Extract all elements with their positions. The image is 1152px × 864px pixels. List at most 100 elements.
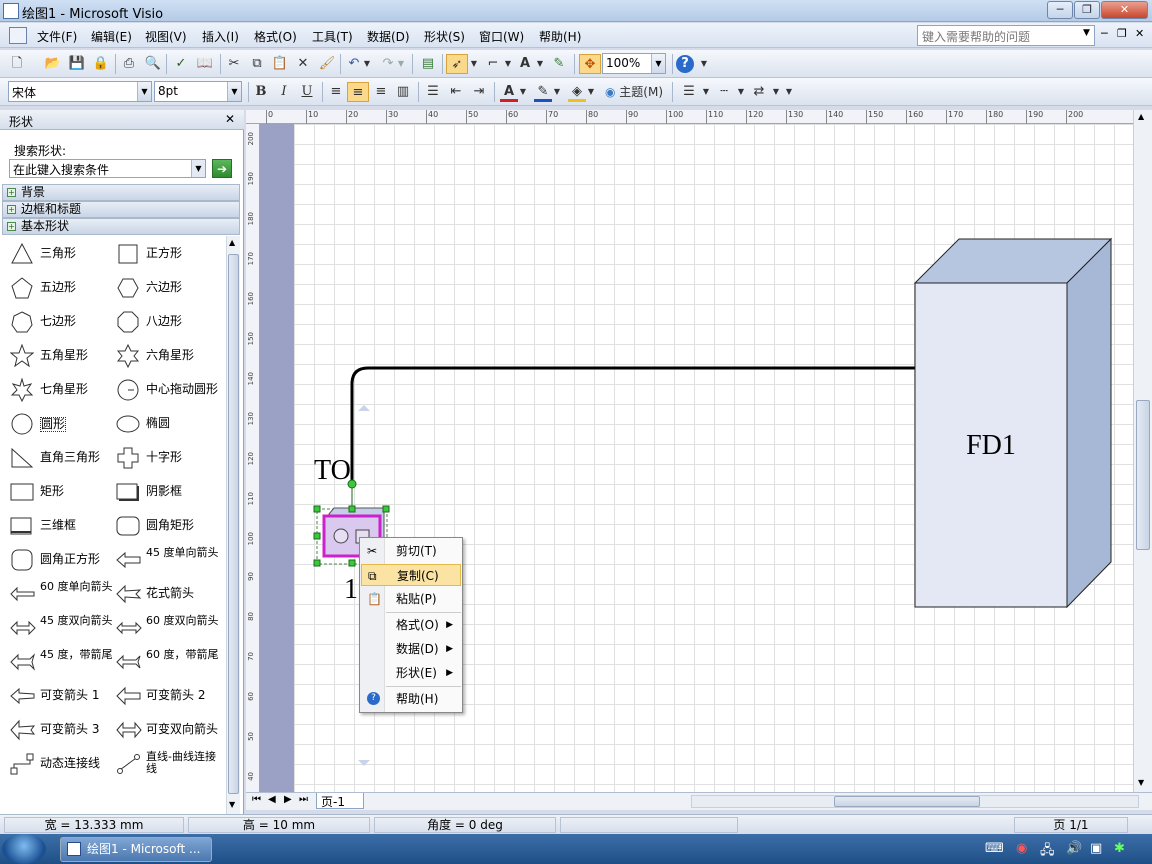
font-combo[interactable]: 宋体 ▼ bbox=[8, 81, 152, 102]
pan-zoom-icon[interactable]: ✥ bbox=[579, 54, 601, 74]
line-pattern-icon[interactable]: ┄ bbox=[713, 82, 735, 102]
decrease-indent-icon[interactable]: ⇤ bbox=[447, 82, 465, 102]
line-weight-icon[interactable]: ☰ bbox=[678, 82, 700, 102]
menu-insert[interactable]: 插入(I) bbox=[202, 28, 239, 45]
ctx-paste[interactable]: 📋 粘贴(P) bbox=[361, 588, 461, 610]
help-icon[interactable]: ? bbox=[676, 55, 694, 73]
bold-button[interactable]: B bbox=[252, 82, 270, 102]
shape-octagon[interactable]: 八边形 bbox=[116, 308, 220, 338]
ctx-format[interactable]: 格式(O) ▶ bbox=[361, 614, 461, 636]
bullets-icon[interactable]: ☰ bbox=[424, 82, 442, 102]
minimize-button[interactable]: ─ bbox=[1047, 1, 1073, 19]
search-go-icon[interactable]: ➔ bbox=[212, 159, 232, 178]
shape-60-tail-arrow[interactable]: 60 度，带箭尾 bbox=[116, 648, 220, 678]
shape-variable-double-arrow[interactable]: 可变双向箭头 bbox=[116, 716, 220, 746]
shape-square[interactable]: 正方形 bbox=[116, 240, 220, 270]
page-tab[interactable]: 页-1 bbox=[316, 793, 364, 809]
shape-45-tail-arrow[interactable]: 45 度，带箭尾 bbox=[10, 648, 113, 678]
next-page-icon[interactable]: ▶ bbox=[284, 794, 292, 805]
zoom-dropdown-icon[interactable]: ▼ bbox=[651, 54, 665, 73]
first-page-icon[interactable]: ⏮ bbox=[252, 794, 261, 805]
new-icon[interactable]: 🗋 bbox=[8, 54, 26, 74]
help-dropdown-icon[interactable]: ▼ bbox=[1083, 28, 1090, 38]
undo-dropdown-icon[interactable]: ▼ bbox=[362, 54, 372, 74]
connector-line[interactable] bbox=[350, 366, 915, 484]
ctx-shape[interactable]: 形状(E) ▶ bbox=[361, 662, 461, 684]
help-search-input[interactable]: 键入需要帮助的问题 bbox=[917, 25, 1095, 46]
vscroll-up-icon[interactable]: ▲ bbox=[1138, 112, 1144, 121]
font-color-icon[interactable]: A bbox=[500, 82, 518, 102]
keyboard-tray-icon[interactable]: ⌨ bbox=[985, 841, 1004, 856]
permission-icon[interactable]: 🔒 bbox=[92, 54, 110, 74]
network-tray-icon[interactable]: 🖧 bbox=[1040, 841, 1055, 863]
line-weight-dropdown-icon[interactable]: ▼ bbox=[701, 82, 711, 102]
justify-icon[interactable]: ▥ bbox=[394, 82, 412, 102]
scroll-up-icon[interactable]: ▲ bbox=[229, 238, 235, 247]
spelling-icon[interactable]: ✓ bbox=[172, 54, 190, 74]
volume-tray-icon[interactable]: 🔊 bbox=[1066, 841, 1082, 856]
shape-60-single-arrow[interactable]: 60 度单向箭头 bbox=[10, 580, 113, 610]
shape-fancy-arrow[interactable]: 花式箭头 bbox=[116, 580, 220, 610]
menu-shapes[interactable]: 形状(S) bbox=[424, 28, 465, 45]
text-tool-icon[interactable]: A bbox=[516, 54, 534, 74]
increase-indent-icon[interactable]: ⇥ bbox=[470, 82, 488, 102]
toolbar-options-icon-2[interactable]: ▼ bbox=[784, 82, 794, 102]
resize-handle[interactable] bbox=[313, 532, 321, 540]
app-tray-icon[interactable]: ✱ bbox=[1114, 841, 1125, 856]
text-dropdown-icon[interactable]: ▼ bbox=[535, 54, 545, 74]
shape-triangle[interactable]: 三角形 bbox=[10, 240, 110, 270]
shape-rectangle[interactable]: 矩形 bbox=[10, 478, 110, 508]
horizontal-scrollbar[interactable] bbox=[691, 795, 1139, 808]
align-right-icon[interactable]: ≡ bbox=[372, 82, 390, 102]
taskbar-visio-item[interactable]: 绘图1 - Microsoft ... bbox=[60, 837, 212, 862]
delete-icon[interactable]: ✕ bbox=[294, 54, 312, 74]
print-preview-icon[interactable]: 🔍 bbox=[144, 54, 162, 74]
ctx-copy[interactable]: ⧉ 复制(C) bbox=[361, 564, 461, 586]
shape-right-triangle[interactable]: 直角三角形 bbox=[10, 444, 110, 474]
theme-button[interactable]: ◉ 主题(M) bbox=[600, 82, 668, 102]
size-dropdown-icon[interactable]: ▼ bbox=[227, 82, 241, 101]
shape-center-drag-circle[interactable]: 中心拖动圆形 bbox=[116, 376, 220, 406]
fill-color-icon[interactable]: ◈ bbox=[568, 82, 586, 102]
canvas-vertical-scrollbar[interactable]: ▲ ▼ bbox=[1133, 110, 1152, 792]
undo-icon[interactable]: ↶ bbox=[346, 54, 362, 74]
prev-page-icon[interactable]: ◀ bbox=[268, 794, 276, 805]
stencil-basic-shapes[interactable]: + 基本形状 bbox=[2, 218, 240, 235]
last-page-icon[interactable]: ⏭ bbox=[299, 794, 308, 805]
shape-60-double-arrow[interactable]: 60 度双向箭头 bbox=[116, 614, 220, 644]
shape-heptagon[interactable]: 七边形 bbox=[10, 308, 110, 338]
menu-file[interactable]: 文件(F) bbox=[37, 28, 77, 45]
line-pattern-dropdown-icon[interactable]: ▼ bbox=[736, 82, 746, 102]
redo-dropdown-icon[interactable]: ▼ bbox=[396, 54, 406, 74]
shape-rounded-rectangle[interactable]: 圆角矩形 bbox=[116, 512, 220, 542]
shape-line-curve-connector[interactable]: 直线-曲线连接线 bbox=[116, 750, 220, 780]
fill-color-dropdown-icon[interactable]: ▼ bbox=[586, 82, 596, 102]
close-button[interactable]: ✕ bbox=[1101, 1, 1148, 19]
connector-dropdown-icon[interactable]: ▼ bbox=[503, 54, 513, 74]
document-icon[interactable] bbox=[9, 27, 27, 44]
doc-close-icon[interactable]: ✕ bbox=[1135, 27, 1144, 40]
scroll-down-icon[interactable]: ▼ bbox=[229, 800, 235, 809]
resize-handle[interactable] bbox=[382, 505, 390, 513]
menu-window[interactable]: 窗口(W) bbox=[479, 28, 524, 45]
redo-icon[interactable]: ↷ bbox=[380, 54, 396, 74]
italic-button[interactable]: I bbox=[275, 82, 293, 102]
doc-restore-icon[interactable]: ❐ bbox=[1117, 27, 1127, 40]
copy-icon[interactable]: ⧉ bbox=[248, 54, 266, 74]
shapes-scrollbar[interactable]: ▲ ▼ bbox=[226, 236, 240, 814]
vscroll-thumb[interactable] bbox=[1136, 400, 1150, 550]
shape-45-single-arrow[interactable]: 45 度单向箭头 bbox=[116, 546, 220, 576]
device-tray-icon[interactable]: ▣ bbox=[1090, 841, 1102, 856]
line-ends-dropdown-icon[interactable]: ▼ bbox=[771, 82, 781, 102]
doc-minimize-icon[interactable]: ─ bbox=[1101, 27, 1108, 40]
paste-icon[interactable]: 📋 bbox=[271, 54, 289, 74]
stencil-borders-titles[interactable]: + 边框和标题 bbox=[2, 201, 240, 218]
print-icon[interactable]: ⎙ bbox=[120, 54, 138, 74]
shape-ellipse[interactable]: 椭圆 bbox=[116, 410, 220, 440]
shape-seven-point-star[interactable]: 七角星形 bbox=[10, 376, 110, 406]
size-combo[interactable]: 8pt ▼ bbox=[154, 81, 242, 102]
ctx-help[interactable]: ? 帮助(H) bbox=[361, 688, 461, 710]
pointer-dropdown-icon[interactable]: ▼ bbox=[469, 54, 479, 74]
shape-3d-box[interactable]: 三维框 bbox=[10, 512, 110, 542]
underline-button[interactable]: U bbox=[298, 82, 316, 102]
